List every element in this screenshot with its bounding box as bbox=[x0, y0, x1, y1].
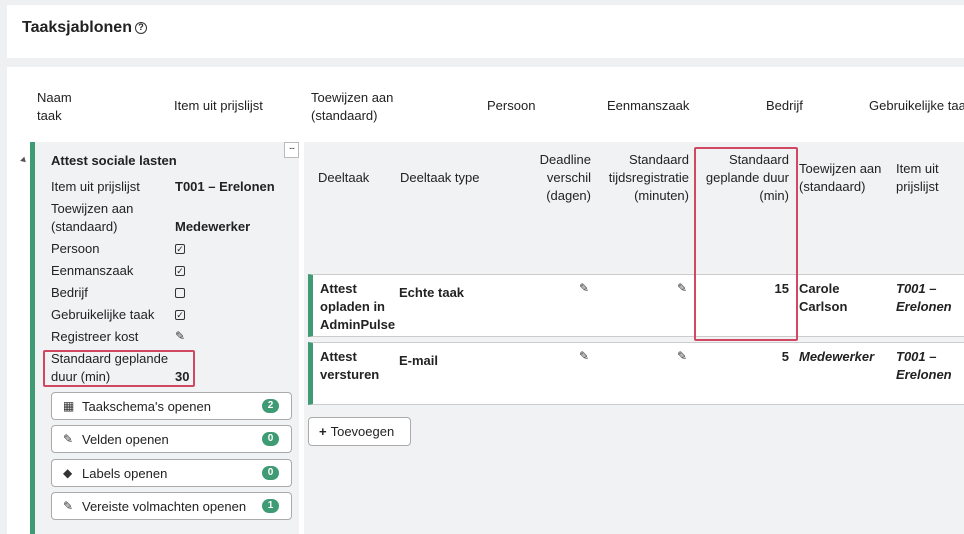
volmachten-button[interactable]: ✎ Vereiste volmachten openen 1 bbox=[51, 492, 292, 520]
pencil-icon[interactable]: ✎ bbox=[579, 349, 589, 363]
velden-button[interactable]: ✎ Velden openen 0 bbox=[51, 425, 292, 453]
prop-eenmanszaak-label: Eenmanszaak bbox=[51, 263, 134, 278]
subtask-name: Attest opladen in AdminPulse bbox=[320, 281, 396, 332]
sub-header-deadline: Deadline verschil (dagen) bbox=[539, 152, 591, 203]
col-header-naam[interactable]: Naam taak bbox=[37, 89, 97, 125]
col-header-eenmanszaak[interactable]: Eenmanszaak bbox=[607, 97, 689, 115]
duur-column-highlight bbox=[694, 147, 798, 341]
taakschemas-button[interactable]: ▦ Taakschema's openen 2 bbox=[51, 392, 292, 420]
task-name: Attest sociale lasten bbox=[51, 153, 177, 168]
sub-header-type: Deeltaak type bbox=[400, 170, 480, 185]
count-badge: 0 bbox=[262, 466, 279, 480]
subtask-toewijzen: Medewerker bbox=[799, 349, 875, 364]
count-badge: 1 bbox=[262, 499, 279, 513]
sub-header-item: Item uit prijslijst bbox=[896, 161, 939, 194]
subtask-item: T001 – Erelonen bbox=[896, 281, 952, 314]
subtasks-area: Deeltaak Deeltaak type Deadline verschil… bbox=[304, 142, 964, 534]
page-header: Taaksjablonen? bbox=[7, 5, 964, 58]
count-badge: 2 bbox=[262, 399, 279, 413]
subtask-type: E-mail bbox=[399, 353, 439, 368]
subtask-duur: 5 bbox=[781, 349, 789, 364]
collapse-arrow-icon[interactable] bbox=[20, 156, 28, 165]
subtask-item: T001 – Erelonen bbox=[896, 349, 952, 382]
prop-toewijzen-value: Medewerker bbox=[175, 219, 251, 234]
col-header-item[interactable]: Item uit prijslijst bbox=[174, 97, 263, 115]
help-icon[interactable]: ? bbox=[134, 22, 147, 34]
pencil-icon[interactable]: ✎ bbox=[579, 281, 589, 295]
plus-icon: + bbox=[319, 424, 327, 439]
col-header-gebruikelijke[interactable]: Gebruikelijke taa bbox=[869, 97, 964, 115]
prop-toewijzen-label: Toewijzen aan (standaard) bbox=[51, 201, 134, 234]
pencil-icon[interactable]: ✎ bbox=[677, 281, 687, 295]
prop-kost-label: Registreer kost bbox=[51, 329, 139, 344]
labels-button[interactable]: ◆ Labels openen 0 bbox=[51, 459, 292, 487]
subtask-row[interactable]: Attest opladen in AdminPulse Echte taak … bbox=[308, 274, 964, 337]
task-card: Attest sociale lasten Item uit prijslijs… bbox=[30, 142, 299, 534]
subtask-row[interactable]: Attest versturen E-mail ✎ ✎ 5 Medewerker… bbox=[308, 342, 964, 405]
subtask-name: Attest versturen bbox=[320, 349, 380, 382]
pencil-icon[interactable]: ✎ bbox=[175, 329, 185, 343]
prop-persoon-label: Persoon bbox=[51, 241, 100, 256]
page-title: Taaksjablonen? bbox=[22, 19, 147, 37]
eenmanszaak-checkbox[interactable]: ✓ bbox=[175, 266, 185, 276]
col-header-bedrijf[interactable]: Bedrijf bbox=[766, 97, 803, 115]
prop-item-value: T001 – Erelonen bbox=[175, 179, 275, 194]
more-options-button[interactable]: ... bbox=[284, 142, 299, 158]
bedrijf-checkbox[interactable] bbox=[175, 288, 185, 298]
pencil-icon[interactable]: ✎ bbox=[677, 349, 687, 363]
sub-header-toewijzen: Toewijzen aan (standaard) bbox=[799, 161, 882, 194]
tags-icon: ◆ bbox=[63, 466, 73, 480]
sub-header-deeltaak: Deeltaak bbox=[318, 170, 370, 185]
duur-highlight bbox=[43, 350, 195, 387]
edit-icon: ✎ bbox=[63, 499, 74, 513]
subtask-type: Echte taak bbox=[399, 285, 465, 300]
calendar-icon: ▦ bbox=[63, 399, 75, 413]
col-header-toewijzen[interactable]: Toewijzen aan (standaard) bbox=[311, 89, 411, 125]
count-badge: 0 bbox=[262, 432, 279, 446]
prop-gebruikelijke-label: Gebruikelijke taak bbox=[51, 307, 155, 322]
gebruikelijke-checkbox[interactable]: ✓ bbox=[175, 310, 185, 320]
edit-icon: ✎ bbox=[63, 432, 74, 446]
persoon-checkbox[interactable]: ✓ bbox=[175, 244, 185, 254]
sub-header-tijd: Standaard tijdsregistratie (minuten) bbox=[608, 152, 689, 203]
subtask-toewijzen: Carole Carlson bbox=[799, 281, 848, 314]
col-header-persoon[interactable]: Persoon bbox=[487, 97, 535, 115]
templates-panel: Naam taak Item uit prijslijst Toewijzen … bbox=[7, 67, 964, 534]
prop-item-label: Item uit prijslijst bbox=[51, 179, 140, 194]
prop-bedrijf-label: Bedrijf bbox=[51, 285, 88, 300]
add-subtask-button[interactable]: + Toevoegen bbox=[308, 417, 411, 446]
